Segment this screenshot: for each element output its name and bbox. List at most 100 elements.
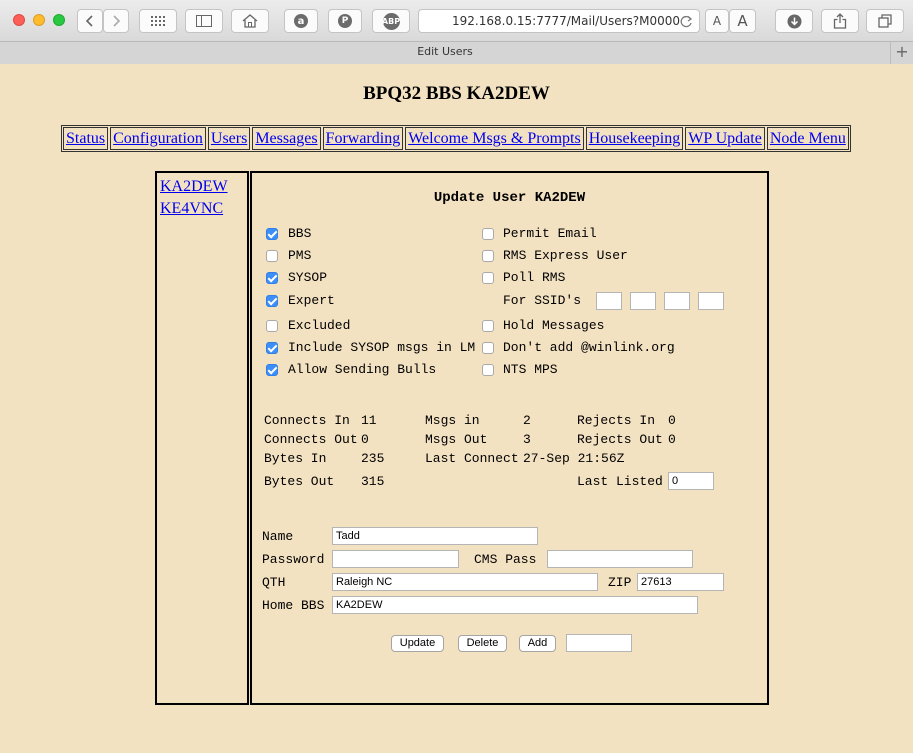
apps-grid-button[interactable] bbox=[139, 9, 177, 33]
tabs-icon bbox=[877, 14, 892, 28]
allow-sending-bulls-label: Allow Sending Bulls bbox=[288, 362, 437, 377]
pinterest-button[interactable]: P bbox=[328, 9, 362, 33]
amazon-button[interactable]: a bbox=[284, 9, 318, 33]
nav-node-menu[interactable]: Node Menu bbox=[766, 127, 849, 150]
bytes-in-label: Bytes In bbox=[264, 451, 327, 466]
main-nav: Status Configuration Users Messages Forw… bbox=[61, 125, 851, 152]
ssid-input-2[interactable] bbox=[630, 292, 656, 310]
ssid-label: For SSID's bbox=[503, 293, 582, 308]
msgs-out-value: 3 bbox=[523, 432, 531, 447]
tab-bar: Edit Users + bbox=[0, 42, 913, 64]
expert-label: Expert bbox=[288, 293, 335, 308]
nav-wp-update[interactable]: WP Update bbox=[685, 127, 765, 150]
permit-email-label: Permit Email bbox=[503, 226, 597, 241]
msgs-in-value: 2 bbox=[523, 413, 531, 428]
add-button[interactable]: Add bbox=[519, 635, 556, 652]
dont-add-winlink-label: Don't add @winlink.org bbox=[503, 340, 675, 355]
nav-status[interactable]: Status bbox=[63, 127, 109, 150]
ssid-input-4[interactable] bbox=[698, 292, 724, 310]
hold-messages-label: Hold Messages bbox=[503, 318, 605, 333]
nav-housekeeping[interactable]: Housekeeping bbox=[585, 127, 684, 150]
sidebar-button[interactable] bbox=[185, 9, 223, 33]
include-sysop-msgs-checkbox[interactable] bbox=[266, 342, 278, 354]
allow-sending-bulls-checkbox[interactable] bbox=[266, 364, 278, 376]
bbs-label: BBS bbox=[288, 226, 312, 241]
qth-input[interactable] bbox=[332, 573, 598, 591]
nts-mps-checkbox[interactable] bbox=[482, 364, 494, 376]
user-link-ka2dew[interactable]: KA2DEW bbox=[160, 176, 247, 198]
rejects-out-value: 0 bbox=[668, 432, 676, 447]
adblock-button[interactable]: ABP bbox=[372, 9, 410, 33]
close-window-button[interactable] bbox=[13, 14, 25, 26]
minimize-window-button[interactable] bbox=[33, 14, 45, 26]
font-smaller-button[interactable]: A bbox=[705, 9, 729, 33]
new-tab-button[interactable]: + bbox=[890, 42, 913, 64]
name-input[interactable] bbox=[332, 527, 538, 545]
forward-button[interactable] bbox=[103, 9, 129, 33]
poll-rms-checkbox[interactable] bbox=[482, 272, 494, 284]
connects-in-label: Connects In bbox=[264, 413, 350, 428]
password-input[interactable] bbox=[332, 550, 459, 568]
rejects-in-label: Rejects In bbox=[577, 413, 656, 428]
include-sysop-msgs-label: Include SYSOP msgs in LM bbox=[288, 340, 476, 355]
rms-express-checkbox[interactable] bbox=[482, 250, 494, 262]
downloads-button[interactable] bbox=[775, 9, 813, 33]
ssid-input-3[interactable] bbox=[664, 292, 690, 310]
msgs-out-label: Msgs Out bbox=[425, 432, 488, 447]
dont-add-winlink-checkbox[interactable] bbox=[482, 342, 494, 354]
nav-welcome-msgs[interactable]: Welcome Msgs & Prompts bbox=[405, 127, 584, 150]
nts-mps-label: NTS MPS bbox=[503, 362, 558, 377]
pinterest-icon: P bbox=[338, 14, 352, 28]
nav-messages[interactable]: Messages bbox=[252, 127, 321, 150]
user-link-ke4vnc[interactable]: KE4VNC bbox=[160, 198, 247, 220]
page-title: BPQ32 BBS KA2DEW bbox=[363, 83, 550, 104]
last-connect-value: 27-Sep 21:56Z bbox=[523, 451, 625, 466]
last-listed-label: Last Listed bbox=[577, 474, 663, 489]
permit-email-checkbox[interactable] bbox=[482, 228, 494, 240]
connects-out-value: 0 bbox=[361, 432, 369, 447]
browser-toolbar: a P ABP 192.168.0.15:7777/Mail/Users?M00… bbox=[0, 0, 913, 42]
nav-forwarding[interactable]: Forwarding bbox=[322, 127, 404, 150]
last-connect-label: Last Connect bbox=[425, 451, 519, 466]
bbs-checkbox[interactable] bbox=[266, 228, 278, 240]
delete-button[interactable]: Delete bbox=[458, 635, 507, 652]
connects-in-value: 11 bbox=[361, 413, 377, 428]
reload-icon[interactable] bbox=[680, 15, 693, 28]
rejects-out-label: Rejects Out bbox=[577, 432, 663, 447]
home-button[interactable] bbox=[231, 9, 269, 33]
update-button[interactable]: Update bbox=[391, 635, 444, 652]
nav-configuration[interactable]: Configuration bbox=[110, 127, 206, 150]
edit-user-title: Update User KA2DEW bbox=[433, 190, 586, 206]
tabs-overview-button[interactable] bbox=[866, 9, 904, 33]
address-bar[interactable]: 192.168.0.15:7777/Mail/Users?M0000 bbox=[418, 9, 700, 33]
chevron-left-icon bbox=[85, 15, 93, 27]
sidebar-icon bbox=[196, 15, 212, 27]
cms-pass-input[interactable] bbox=[547, 550, 693, 568]
back-button[interactable] bbox=[77, 9, 103, 33]
bytes-in-value: 235 bbox=[361, 451, 385, 466]
share-icon bbox=[833, 13, 847, 29]
excluded-label: Excluded bbox=[288, 318, 351, 333]
excluded-checkbox[interactable] bbox=[266, 320, 278, 332]
zip-input[interactable] bbox=[637, 573, 724, 591]
hold-messages-checkbox[interactable] bbox=[482, 320, 494, 332]
share-button[interactable] bbox=[821, 9, 859, 33]
pms-label: PMS bbox=[288, 248, 312, 263]
ssid-input-1[interactable] bbox=[596, 292, 622, 310]
tab-edit-users[interactable]: Edit Users bbox=[0, 45, 890, 58]
url-text: 192.168.0.15:7777/Mail/Users?M0000 bbox=[452, 14, 681, 28]
pms-checkbox[interactable] bbox=[266, 250, 278, 262]
last-listed-input[interactable] bbox=[668, 472, 714, 490]
amazon-icon: a bbox=[294, 14, 308, 28]
sysop-checkbox[interactable] bbox=[266, 272, 278, 284]
home-bbs-input[interactable] bbox=[332, 596, 698, 614]
nav-users[interactable]: Users bbox=[207, 127, 251, 150]
poll-rms-label: Poll RMS bbox=[503, 270, 566, 285]
zoom-window-button[interactable] bbox=[53, 14, 65, 26]
add-user-input[interactable] bbox=[566, 634, 632, 652]
font-larger-button[interactable]: A bbox=[729, 9, 756, 33]
password-label: Password bbox=[262, 552, 325, 567]
expert-checkbox[interactable] bbox=[266, 295, 278, 307]
connects-out-label: Connects Out bbox=[264, 432, 358, 447]
qth-label: QTH bbox=[262, 575, 286, 590]
